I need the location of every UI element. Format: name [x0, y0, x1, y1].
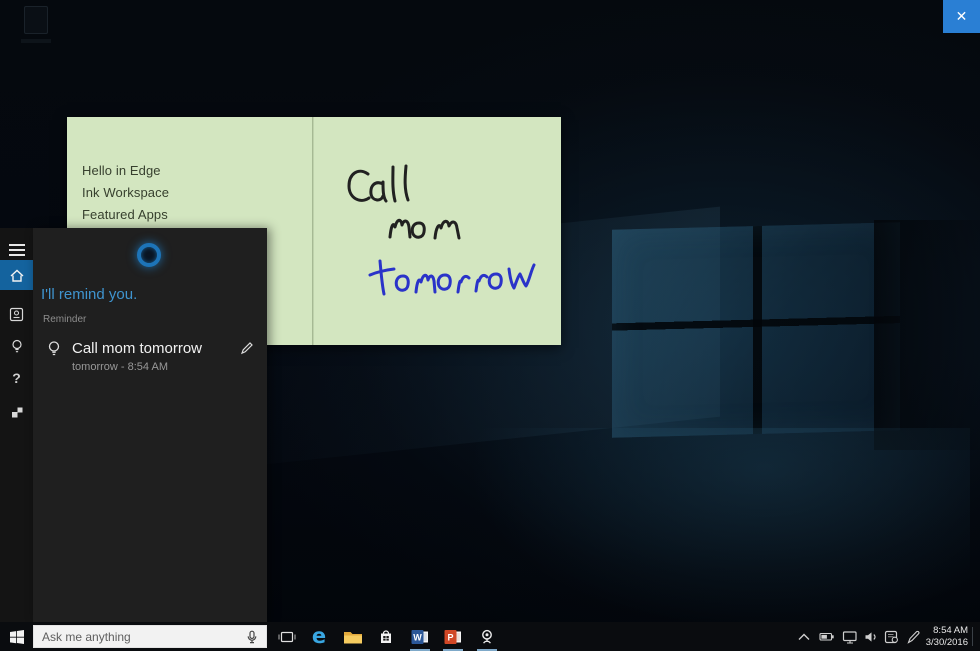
powerpoint-icon: P	[444, 629, 462, 645]
recycle-bin-icon[interactable]	[15, 6, 57, 52]
network-monitor-icon	[842, 629, 858, 645]
tray-volume[interactable]	[860, 622, 882, 651]
note-typed-list: Hello in Edge Ink Workspace Featured App…	[82, 160, 169, 226]
sidebar-item-reminders[interactable]	[0, 332, 33, 360]
reminder-title: Call mom tomorrow	[72, 340, 202, 357]
note-list-item: Hello in Edge	[82, 160, 169, 182]
edit-pencil-icon[interactable]	[239, 340, 255, 356]
folder-icon	[343, 629, 363, 645]
tray-clock[interactable]: 8:54 AM 3/30/2016	[924, 625, 968, 649]
tray-ink-workspace[interactable]	[903, 622, 925, 651]
lightbulb-icon	[46, 340, 62, 357]
handwritten-ink-note[interactable]	[313, 117, 561, 345]
taskbar-camera-button[interactable]	[470, 622, 504, 651]
close-button[interactable]: ✕	[943, 0, 980, 33]
chevron-up-icon	[796, 630, 812, 644]
tablet-gear-icon	[884, 629, 900, 645]
taskbar: e W	[0, 622, 980, 651]
pen-icon	[906, 629, 922, 645]
svg-text:P: P	[447, 632, 453, 642]
reminder-section-label: Reminder	[43, 314, 86, 325]
note-list-item: Featured Apps	[82, 204, 169, 226]
taskbar-file-explorer-button[interactable]	[336, 622, 370, 651]
search-input[interactable]	[34, 630, 245, 644]
wallpaper-windows-logo	[612, 222, 900, 438]
speaker-icon	[864, 630, 878, 644]
taskbar-word-button[interactable]: W	[403, 622, 437, 651]
sidebar-item-feedback[interactable]	[0, 398, 33, 426]
cortana-logo	[137, 243, 161, 267]
ink-word-call	[349, 166, 408, 201]
tray-settings[interactable]	[881, 622, 903, 651]
home-icon	[9, 268, 25, 283]
windows-logo-icon	[10, 630, 24, 644]
clock-time: 8:54 AM	[924, 625, 968, 637]
cortana-search-box[interactable]	[33, 625, 267, 648]
start-button[interactable]	[0, 622, 33, 651]
taskbar-store-button[interactable]	[369, 622, 403, 651]
cortana-panel: I'll remind you. Reminder Call mom tomor…	[33, 228, 267, 622]
task-view-icon	[278, 629, 296, 645]
taskbar-edge-button[interactable]: e	[302, 622, 336, 651]
hamburger-icon	[9, 244, 25, 256]
sidebar-item-help[interactable]: ?	[0, 364, 33, 392]
ink-word-tomorrow	[370, 261, 534, 294]
tray-battery[interactable]	[816, 622, 838, 651]
taskbar-powerpoint-button[interactable]: P	[436, 622, 470, 651]
cortana-rail: ?	[0, 228, 33, 622]
svg-text:W: W	[413, 632, 422, 642]
wallpaper-floor-glow	[430, 428, 970, 651]
reminder-row[interactable]: Call mom tomorrow tomorrow - 8:54 AM	[33, 332, 267, 380]
microphone-icon[interactable]	[245, 630, 259, 644]
notebook-icon	[9, 307, 24, 322]
close-icon: ✕	[956, 8, 968, 25]
question-mark-icon: ?	[12, 370, 21, 386]
desktop: Hello in Edge Ink Workspace Featured App…	[0, 0, 980, 651]
wallpaper-shade	[874, 220, 980, 450]
cortana-heading: I'll remind you.	[41, 286, 137, 303]
note-list-item: Ink Workspace	[82, 182, 169, 204]
camera-icon	[479, 629, 495, 645]
edge-icon: e	[312, 626, 326, 647]
tray-show-hidden-icons[interactable]	[793, 622, 815, 651]
task-view-button[interactable]	[272, 622, 302, 651]
store-bag-icon	[378, 629, 394, 645]
clock-date: 3/30/2016	[924, 637, 968, 649]
feedback-icon	[10, 405, 24, 419]
lightbulb-icon	[10, 339, 24, 354]
reminder-time: tomorrow - 8:54 AM	[72, 361, 168, 373]
show-desktop-button[interactable]	[972, 627, 973, 646]
ink-word-mom	[390, 220, 459, 238]
sidebar-item-home[interactable]	[0, 260, 33, 290]
word-icon: W	[411, 629, 429, 645]
tray-network[interactable]	[839, 622, 861, 651]
sidebar-item-notebook[interactable]	[0, 300, 33, 328]
battery-icon	[819, 629, 835, 644]
